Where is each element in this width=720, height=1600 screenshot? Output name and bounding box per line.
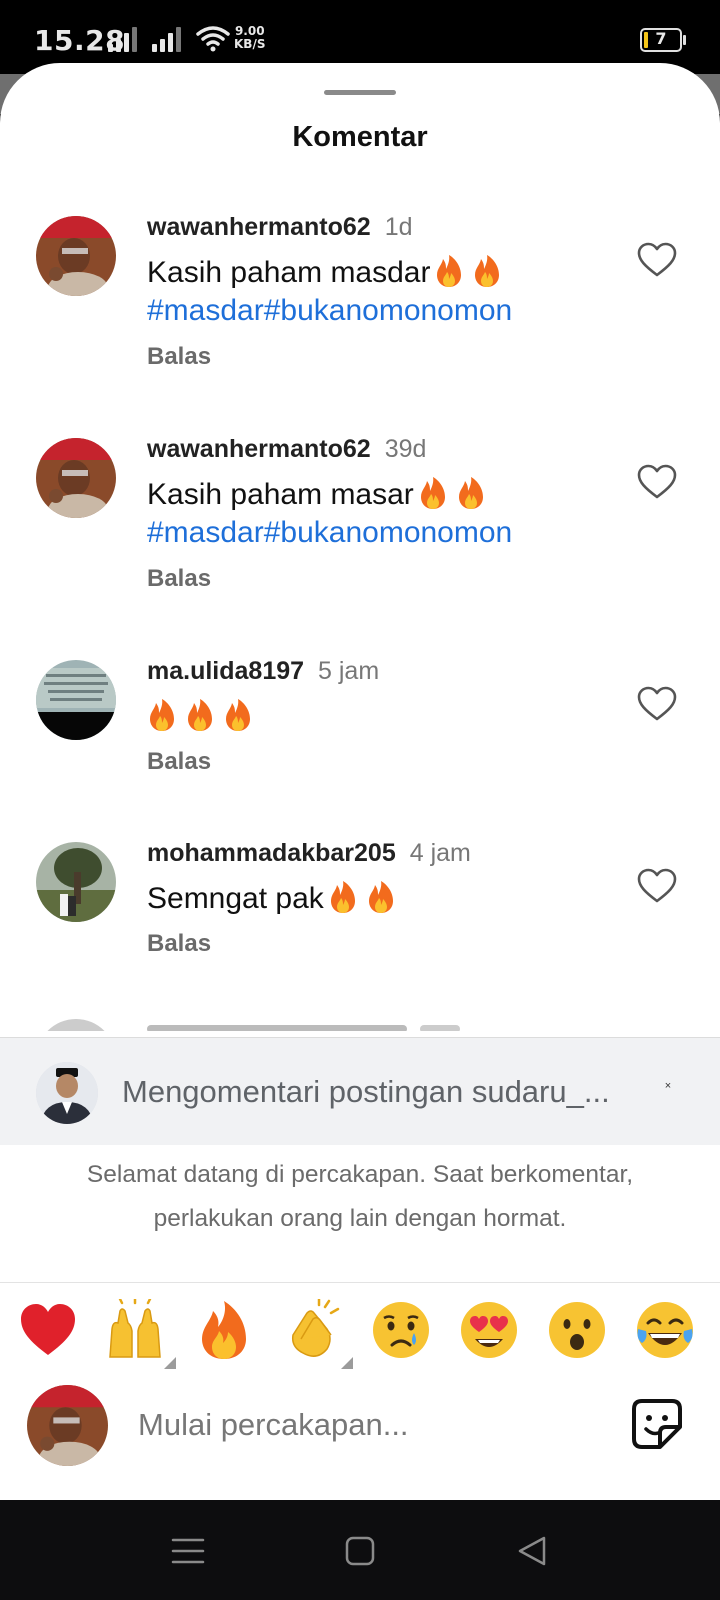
comment-text: Semngat pak [147,880,400,918]
comment-time: 39d [384,435,427,463]
comment-text: Kasih paham masdar [147,254,506,292]
comment-item: wawanhermanto62 39d Kasih paham masar #ma… [0,430,720,593]
fire-emoji [328,880,358,914]
comment-text-content: Semngat pak [147,882,324,915]
back-triangle-icon[interactable] [514,1534,550,1568]
comment-hashtags[interactable]: #masdar#bukanomonomon [147,292,512,330]
reply-button[interactable]: Balas [147,748,211,776]
comment-username[interactable]: ma.ulida8197 5 jam [147,657,379,686]
raising-hands-emoji-button[interactable] [104,1297,166,1361]
replying-to-bar: Mengomentari postingan sudaru_... × [0,1037,720,1145]
welcome-line-1: Selamat datang di percakapan. Saat berko… [86,1161,634,1188]
network-speed: 9.00 KB/S [234,25,265,51]
fire-emoji-group [324,880,400,915]
comment-text-content: Kasih paham masdar [147,256,431,289]
signal-2-icon [152,27,181,52]
reply-button[interactable]: Balas [147,565,211,593]
comment-item: mohammadakbar205 4 jam Semngat pak Balas [0,834,720,994]
skin-tone-indicator [164,1357,176,1369]
heart-outline-icon[interactable] [637,868,677,904]
network-speed-unit: KB/S [234,37,266,51]
battery-indicator: 7 [640,28,686,52]
avatar[interactable] [36,216,116,296]
fire-emoji [366,880,396,914]
comment-username[interactable]: mohammadakbar205 4 jam [147,839,471,868]
fire-emoji [456,476,486,510]
tears-of-joy-emoji-button[interactable] [634,1299,696,1361]
partial-comment [0,1011,720,1031]
comment-text: Kasih paham masar [147,476,490,514]
username-text[interactable]: ma.ulida8197 [147,657,304,685]
comment-text [147,698,257,736]
fire-emoji-group [147,698,257,733]
comment-item: wawanhermanto62 1d Kasih paham masdar #ma… [0,208,720,371]
battery-level: 7 [655,29,667,48]
fire-emoji [472,254,502,288]
welcome-line-2: perlakukan orang lain dengan hormat. [153,1205,567,1232]
comment-item: ma.ulida8197 5 jam Balas [0,652,720,812]
welcome-message: Selamat datang di percakapan. Saat berko… [0,1153,720,1241]
username-text[interactable]: mohammadakbar205 [147,839,396,867]
quick-emoji-row [0,1297,720,1379]
divider [0,1282,720,1283]
avatar[interactable] [36,660,116,740]
sheet-title: Komentar [292,121,428,153]
comment-username[interactable]: wawanhermanto62 1d [147,213,413,242]
comment-time: 5 jam [318,657,380,685]
clapping-hands-emoji-button[interactable] [281,1297,343,1361]
heart-eyes-emoji-button[interactable] [458,1299,520,1361]
drag-handle[interactable] [324,90,396,95]
system-nav-bar [0,1500,720,1600]
username-text[interactable]: wawanhermanto62 [147,435,371,463]
crying-face-emoji-button[interactable] [370,1299,432,1361]
fire-emoji [434,254,464,288]
avatar[interactable] [36,842,116,922]
comment-time: 1d [384,213,413,241]
skin-tone-indicator [341,1357,353,1369]
comment-hashtags[interactable]: #masdar#bukanomonomon [147,514,512,552]
reply-button[interactable]: Balas [147,930,211,958]
heart-outline-icon[interactable] [637,242,677,278]
surprised-face-emoji-button[interactable] [546,1299,608,1361]
heart-outline-icon[interactable] [637,686,677,722]
fire-emoji [223,698,253,732]
fire-emoji [185,698,215,732]
fire-emoji [147,698,177,732]
home-square-icon[interactable] [342,1534,378,1568]
fire-emoji-group [414,476,490,511]
menu-icon[interactable] [170,1534,206,1568]
comments-sheet: Komentar wawanhermanto62 1d Kasih paham m… [0,63,720,1500]
fire-emoji-group [430,254,506,289]
username-text[interactable]: wawanhermanto62 [147,213,371,241]
comment-text-content: Kasih paham masar [147,478,414,511]
comment-composer [0,1385,720,1495]
heart-emoji-button[interactable] [17,1299,79,1361]
comment-input[interactable] [138,1395,598,1455]
fire-emoji-button[interactable] [193,1299,255,1361]
signal-1-icon [108,27,137,52]
comment-username[interactable]: wawanhermanto62 39d [147,435,426,464]
sticker-icon[interactable] [630,1397,684,1451]
avatar [27,1385,108,1466]
avatar [36,1062,98,1124]
fire-emoji [418,476,448,510]
avatar[interactable] [36,438,116,518]
reply-button[interactable]: Balas [147,343,211,371]
close-icon[interactable]: × [660,1078,676,1094]
comment-time: 4 jam [409,839,471,867]
wifi-icon [196,26,230,52]
replying-to-text: Mengomentari postingan sudaru_... [122,1074,610,1109]
heart-outline-icon[interactable] [637,464,677,500]
